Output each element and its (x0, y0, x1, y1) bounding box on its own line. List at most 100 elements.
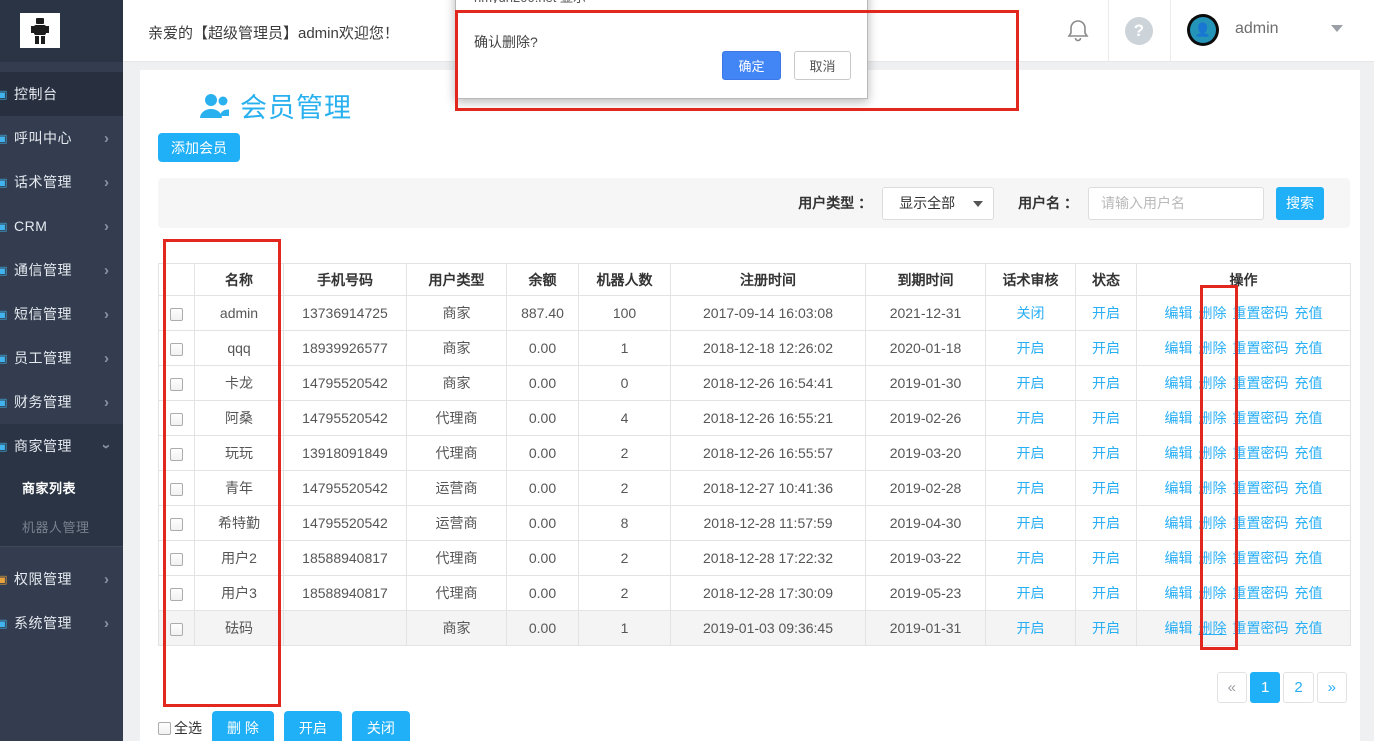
sidebar-item-sms[interactable]: ▣短信管理› (0, 292, 123, 336)
bulk-delete-button[interactable]: 删 除 (212, 711, 274, 741)
sidebar-item-system[interactable]: ▣系统管理› (0, 601, 123, 645)
op-edit-link[interactable]: 编辑 (1165, 410, 1193, 426)
script-audit-link[interactable]: 开启 (1017, 410, 1045, 426)
pagination-next[interactable]: » (1317, 672, 1347, 703)
op-reset-password-link[interactable]: 重置密码 (1233, 585, 1289, 601)
op-recharge-link[interactable]: 充值 (1295, 410, 1323, 426)
op-edit-link[interactable]: 编辑 (1165, 550, 1193, 566)
row-checkbox[interactable] (170, 518, 183, 531)
op-recharge-link[interactable]: 充值 (1295, 515, 1323, 531)
script-audit-link[interactable]: 开启 (1017, 620, 1045, 636)
row-checkbox[interactable] (170, 553, 183, 566)
sidebar-item-merchant[interactable]: ▣商家管理› (0, 424, 123, 468)
op-edit-link[interactable]: 编辑 (1165, 445, 1193, 461)
status-link[interactable]: 开启 (1092, 340, 1120, 356)
bell-icon[interactable] (1065, 18, 1091, 44)
script-audit-link[interactable]: 开启 (1017, 340, 1045, 356)
row-checkbox[interactable] (170, 308, 183, 321)
op-reset-password-link[interactable]: 重置密码 (1233, 305, 1289, 321)
op-edit-link[interactable]: 编辑 (1165, 340, 1193, 356)
op-delete-link[interactable]: 删除 (1199, 585, 1227, 601)
script-audit-link[interactable]: 开启 (1017, 480, 1045, 496)
bulk-disable-button[interactable]: 关闭 (352, 711, 410, 741)
status-link[interactable]: 开启 (1092, 620, 1120, 636)
op-edit-link[interactable]: 编辑 (1165, 305, 1193, 321)
sidebar-item-callcenter[interactable]: ▣呼叫中心› (0, 116, 123, 160)
script-audit-link[interactable]: 开启 (1017, 375, 1045, 391)
sidebar-item-finance[interactable]: ▣财务管理› (0, 380, 123, 424)
select-all-checkbox[interactable] (158, 722, 171, 735)
row-checkbox[interactable] (170, 448, 183, 461)
op-reset-password-link[interactable]: 重置密码 (1233, 445, 1289, 461)
op-reset-password-link[interactable]: 重置密码 (1233, 550, 1289, 566)
row-checkbox[interactable] (170, 343, 183, 356)
dialog-confirm-button[interactable]: 确定 (722, 51, 781, 80)
op-delete-link[interactable]: 删除 (1199, 515, 1227, 531)
op-recharge-link[interactable]: 充值 (1295, 375, 1323, 391)
bulk-enable-button[interactable]: 开启 (284, 711, 342, 741)
status-link[interactable]: 开启 (1092, 305, 1120, 321)
header-username[interactable]: admin (1235, 20, 1279, 38)
op-edit-link[interactable]: 编辑 (1165, 585, 1193, 601)
pagination-page-2[interactable]: 2 (1283, 672, 1313, 703)
script-audit-link[interactable]: 开启 (1017, 445, 1045, 461)
op-recharge-link[interactable]: 充值 (1295, 340, 1323, 356)
sidebar-item-script[interactable]: ▣话术管理› (0, 160, 123, 204)
add-member-button[interactable]: 添加会员 (158, 133, 240, 162)
status-link[interactable]: 开启 (1092, 550, 1120, 566)
op-reset-password-link[interactable]: 重置密码 (1233, 340, 1289, 356)
dialog-cancel-button[interactable]: 取消 (794, 51, 851, 80)
op-reset-password-link[interactable]: 重置密码 (1233, 620, 1289, 636)
op-edit-link[interactable]: 编辑 (1165, 515, 1193, 531)
username-input[interactable] (1088, 187, 1264, 220)
op-recharge-link[interactable]: 充值 (1295, 480, 1323, 496)
robot-logo-icon[interactable] (20, 13, 60, 48)
user-type-select[interactable]: 显示全部 (882, 187, 994, 220)
status-link[interactable]: 开启 (1092, 410, 1120, 426)
op-reset-password-link[interactable]: 重置密码 (1233, 375, 1289, 391)
sidebar-item-staff[interactable]: ▣员工管理› (0, 336, 123, 380)
op-reset-password-link[interactable]: 重置密码 (1233, 480, 1289, 496)
help-icon[interactable]: ? (1125, 17, 1153, 45)
op-edit-link[interactable]: 编辑 (1165, 480, 1193, 496)
sidebar-subitem-robot-mgmt[interactable]: 机器人管理 (0, 507, 123, 546)
op-delete-link[interactable]: 删除 (1199, 445, 1227, 461)
status-link[interactable]: 开启 (1092, 480, 1120, 496)
op-delete-link[interactable]: 删除 (1199, 620, 1227, 636)
op-reset-password-link[interactable]: 重置密码 (1233, 515, 1289, 531)
op-reset-password-link[interactable]: 重置密码 (1233, 410, 1289, 426)
row-checkbox[interactable] (170, 588, 183, 601)
search-button[interactable]: 搜索 (1276, 187, 1324, 220)
row-checkbox[interactable] (170, 623, 183, 636)
sidebar-item-console[interactable]: ▣控制台 (0, 72, 123, 116)
script-audit-link[interactable]: 开启 (1017, 515, 1045, 531)
sidebar-item-comm[interactable]: ▣通信管理› (0, 248, 123, 292)
script-audit-link[interactable]: 关闭 (1017, 305, 1045, 321)
sidebar-subitem-merchant-list[interactable]: 商家列表 (0, 468, 123, 507)
op-recharge-link[interactable]: 充值 (1295, 620, 1323, 636)
sidebar-item-permission[interactable]: ▣权限管理› (0, 557, 123, 601)
op-delete-link[interactable]: 删除 (1199, 410, 1227, 426)
status-link[interactable]: 开启 (1092, 515, 1120, 531)
op-delete-link[interactable]: 删除 (1199, 480, 1227, 496)
op-edit-link[interactable]: 编辑 (1165, 620, 1193, 636)
status-link[interactable]: 开启 (1092, 375, 1120, 391)
caret-down-icon[interactable] (1331, 25, 1343, 32)
row-checkbox[interactable] (170, 378, 183, 391)
op-delete-link[interactable]: 删除 (1199, 305, 1227, 321)
row-checkbox[interactable] (170, 483, 183, 496)
status-link[interactable]: 开启 (1092, 585, 1120, 601)
script-audit-link[interactable]: 开启 (1017, 550, 1045, 566)
op-recharge-link[interactable]: 充值 (1295, 445, 1323, 461)
status-link[interactable]: 开启 (1092, 445, 1120, 461)
op-recharge-link[interactable]: 充值 (1295, 550, 1323, 566)
op-delete-link[interactable]: 删除 (1199, 550, 1227, 566)
sidebar-item-crm[interactable]: ▣CRM› (0, 204, 123, 248)
op-delete-link[interactable]: 删除 (1199, 340, 1227, 356)
op-edit-link[interactable]: 编辑 (1165, 375, 1193, 391)
pagination-prev[interactable]: « (1217, 672, 1247, 703)
op-delete-link[interactable]: 删除 (1199, 375, 1227, 391)
op-recharge-link[interactable]: 充值 (1295, 585, 1323, 601)
row-checkbox[interactable] (170, 413, 183, 426)
avatar[interactable]: 👤 (1187, 14, 1219, 46)
